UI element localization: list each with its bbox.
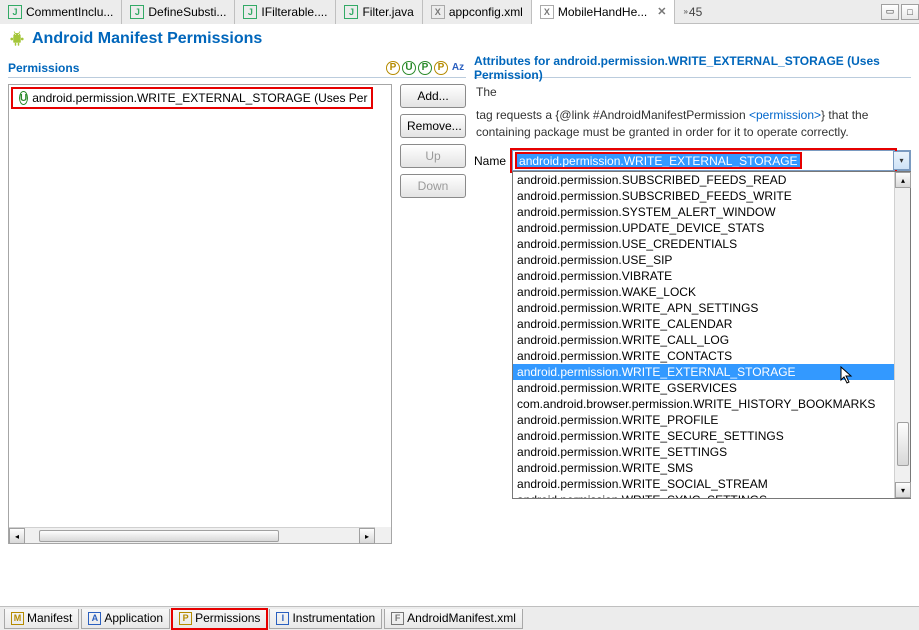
form-tab-label: AndroidManifest.xml	[407, 611, 516, 625]
scroll-up-button[interactable]: ▴	[895, 172, 911, 188]
dropdown-option[interactable]: android.permission.UPDATE_DEVICE_STATS	[513, 220, 910, 236]
dropdown-option[interactable]: android.permission.WRITE_CALENDAR	[513, 316, 910, 332]
p2-icon[interactable]: P	[418, 61, 432, 75]
p-icon[interactable]: P	[386, 61, 400, 75]
dropdown-option[interactable]: android.permission.SUBSCRIBED_FEEDS_READ	[513, 172, 910, 188]
form-tab-permissions[interactable]: PPermissions	[172, 609, 267, 629]
dropdown-option[interactable]: android.permission.WRITE_CONTACTS	[513, 348, 910, 364]
uses-permission-icon: U	[19, 91, 28, 105]
dropdown-option[interactable]: android.permission.WRITE_EXTERNAL_STORAG…	[513, 364, 910, 380]
file-type-icon: J	[8, 5, 22, 19]
add-button[interactable]: Add...	[400, 84, 466, 108]
form-tab-bar: MManifestAApplicationPPermissionsIInstru…	[0, 606, 919, 630]
scroll-thumb[interactable]	[39, 530, 279, 542]
form-tab-label: Manifest	[27, 611, 72, 625]
dropdown-option[interactable]: android.permission.WRITE_SETTINGS	[513, 444, 910, 460]
file-type-icon: J	[243, 5, 257, 19]
file-type-icon: X	[540, 5, 554, 19]
permission-item-label: android.permission.WRITE_EXTERNAL_STORAG…	[32, 91, 367, 105]
dropdown-scroll-thumb[interactable]	[897, 422, 909, 466]
attributes-description-2: tag requests a {@link #AndroidManifestPe…	[476, 107, 909, 141]
dropdown-option[interactable]: android.permission.SYSTEM_ALERT_WINDOW	[513, 204, 910, 220]
name-combobox[interactable]	[512, 150, 911, 171]
dropdown-option[interactable]: android.permission.WRITE_SMS	[513, 460, 910, 476]
dropdown-option[interactable]: android.permission.WRITE_SYNC_SETTINGS	[513, 492, 910, 498]
name-label: Name	[474, 150, 506, 168]
up-button[interactable]: Up	[400, 144, 466, 168]
dropdown-option[interactable]: com.android.browser.permission.WRITE_HIS…	[513, 396, 910, 412]
form-tab-icon: M	[11, 612, 24, 625]
u-icon[interactable]: U	[402, 61, 416, 75]
dropdown-option[interactable]: android.permission.WRITE_APN_SETTINGS	[513, 300, 910, 316]
editor-tab[interactable]: J IFilterable....	[235, 0, 336, 24]
form-tab-icon: I	[276, 612, 289, 625]
form-tab-icon: A	[88, 612, 101, 625]
name-dropdown[interactable]: android.permission.SUBSCRIBED_FEEDS_READ…	[512, 171, 911, 499]
tab-label: Filter.java	[362, 5, 413, 19]
scroll-left-button[interactable]: ◂	[9, 528, 25, 544]
scroll-down-button[interactable]: ▾	[895, 482, 911, 498]
p3-icon[interactable]: P	[434, 61, 448, 75]
down-button[interactable]: Down	[400, 174, 466, 198]
form-tab-application[interactable]: AApplication	[81, 609, 170, 629]
dropdown-option[interactable]: android.permission.WRITE_PROFILE	[513, 412, 910, 428]
permissions-header-label: Permissions	[8, 61, 384, 75]
dropdown-scrollbar[interactable]: ▴ ▾	[894, 172, 910, 498]
minimize-view-button[interactable]: ▭	[881, 4, 899, 20]
form-tab-manifest[interactable]: MManifest	[4, 609, 79, 629]
android-icon	[8, 30, 26, 48]
remove-button[interactable]: Remove...	[400, 114, 466, 138]
tab-label: IFilterable....	[261, 5, 327, 19]
file-type-icon: X	[431, 5, 445, 19]
dropdown-option[interactable]: android.permission.WRITE_CALL_LOG	[513, 332, 910, 348]
form-tab-instrumentation[interactable]: IInstrumentation	[269, 609, 382, 629]
editor-tab-bar: J CommentInclu... J DefineSubsti... J IFilter…	[0, 0, 919, 24]
file-type-icon: J	[130, 5, 144, 19]
editor-tab[interactable]: X MobileHandHe... ✕	[532, 0, 676, 24]
close-icon[interactable]: ✕	[657, 5, 666, 18]
form-tab-icon: F	[391, 612, 404, 625]
sort-az-icon[interactable]: Aᴢ	[450, 60, 466, 76]
form-tab-label: Instrumentation	[292, 611, 375, 625]
form-tab-label: Permissions	[195, 611, 260, 625]
form-tab-label: Application	[104, 611, 163, 625]
attributes-header-label: Attributes for android.permission.WRITE_…	[474, 54, 911, 82]
dropdown-option[interactable]: android.permission.WRITE_GSERVICES	[513, 380, 910, 396]
form-tab-androidmanifestxml[interactable]: FAndroidManifest.xml	[384, 609, 523, 629]
dropdown-option[interactable]: android.permission.USE_SIP	[513, 252, 910, 268]
dropdown-option[interactable]: android.permission.WAKE_LOCK	[513, 284, 910, 300]
tab-label: appconfig.xml	[449, 5, 523, 19]
maximize-view-button[interactable]: □	[901, 4, 919, 20]
attributes-description: The	[476, 84, 909, 101]
tab-label: DefineSubsti...	[148, 5, 226, 19]
scroll-right-button[interactable]: ▸	[359, 528, 375, 544]
permissions-list[interactable]: U android.permission.WRITE_EXTERNAL_STOR…	[8, 84, 392, 544]
horizontal-scrollbar[interactable]: ◂ ▸	[9, 527, 375, 543]
tab-overflow-button[interactable]: »45	[679, 5, 706, 19]
editor-tab[interactable]: J Filter.java	[336, 0, 422, 24]
tab-label: CommentInclu...	[26, 5, 113, 19]
editor-tab[interactable]: J DefineSubsti...	[122, 0, 235, 24]
form-tab-icon: P	[179, 612, 192, 625]
permission-list-item[interactable]: U android.permission.WRITE_EXTERNAL_STOR…	[11, 87, 373, 109]
attributes-section-header: Attributes for android.permission.WRITE_…	[474, 58, 911, 78]
tab-label: MobileHandHe...	[558, 5, 647, 19]
dropdown-option[interactable]: android.permission.WRITE_SECURE_SETTINGS	[513, 428, 910, 444]
dropdown-option[interactable]: android.permission.WRITE_SOCIAL_STREAM	[513, 476, 910, 492]
editor-tab[interactable]: Xappconfig.xml	[423, 0, 532, 24]
permissions-section-header: Permissions P U P P Aᴢ	[8, 58, 466, 78]
editor-tab[interactable]: J CommentInclu...	[0, 0, 122, 24]
combobox-dropdown-button[interactable]: ▾	[893, 151, 910, 170]
file-type-icon: J	[344, 5, 358, 19]
page-title: Android Manifest Permissions	[32, 30, 262, 48]
dropdown-option[interactable]: android.permission.VIBRATE	[513, 268, 910, 284]
dropdown-option[interactable]: android.permission.SUBSCRIBED_FEEDS_WRIT…	[513, 188, 910, 204]
dropdown-option[interactable]: android.permission.USE_CREDENTIALS	[513, 236, 910, 252]
